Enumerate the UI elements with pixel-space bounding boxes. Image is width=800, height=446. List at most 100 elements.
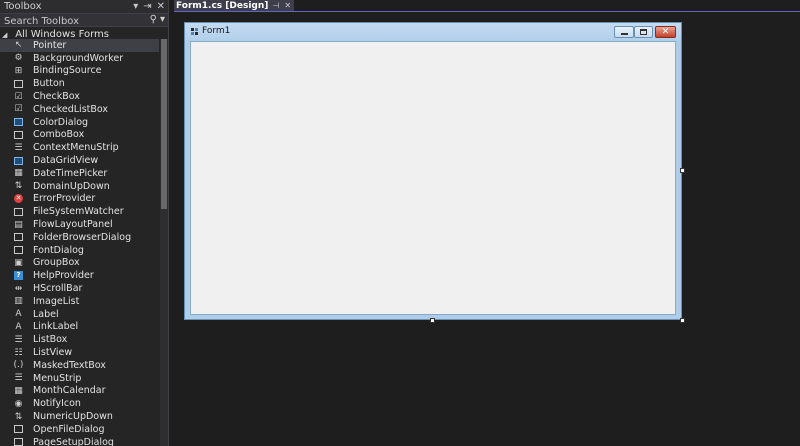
toolbox-item-maskedtextbox[interactable]: (.) MaskedTextBox xyxy=(0,359,159,372)
imagelist-icon: ▥ xyxy=(14,296,23,307)
dropdown-icon[interactable]: ▾ xyxy=(133,0,138,13)
close-button[interactable]: ✕ xyxy=(655,26,676,38)
checkbox-icon: ☑ xyxy=(14,91,23,102)
toolbox-item-label: ListView xyxy=(33,347,73,359)
close-icon[interactable]: ✕ xyxy=(157,0,165,13)
toolbox-item-pointer[interactable]: ↖ Pointer xyxy=(0,39,159,52)
toolbox-item-numericupdown[interactable]: ⇅ NumericUpDown xyxy=(0,410,159,423)
toolbox-item-checkedlistbox[interactable]: ☑ CheckedListBox xyxy=(0,103,159,116)
toolbox-item-label: ImageList xyxy=(33,295,80,307)
toolbox-item-checkbox[interactable]: ☑ CheckBox xyxy=(0,90,159,103)
toolbox-item-label: FlowLayoutPanel xyxy=(33,219,113,231)
minimize-button[interactable] xyxy=(614,26,634,38)
toolbox-item-label: MonthCalendar xyxy=(33,385,106,397)
toolbox-item-backgroundworker[interactable]: ⚙ BackgroundWorker xyxy=(0,52,159,65)
search-options-icon[interactable]: ▾ xyxy=(160,14,165,25)
button-icon xyxy=(13,78,24,89)
listbox-icon: ☰ xyxy=(14,334,23,345)
scrollbar-thumb[interactable] xyxy=(161,39,167,209)
toolbox-item-colordialog[interactable]: ColorDialog xyxy=(0,116,159,129)
context-menu-strip-icon: ☰ xyxy=(14,142,23,153)
toolbox-item-filesystemwatcher[interactable]: FileSystemWatcher xyxy=(0,205,159,218)
toolbox-item-label: ContextMenuStrip xyxy=(33,142,119,154)
resize-handle-corner[interactable] xyxy=(680,318,685,323)
filesystem-watcher-icon xyxy=(13,206,24,217)
toolbox-item-list: ↖ Pointer ⚙ BackgroundWorker ⊞ BindingSource B… xyxy=(0,39,159,446)
designer-surface[interactable]: Form1 ✕ xyxy=(174,13,800,446)
toolbox-item-listview[interactable]: ☷ ListView xyxy=(0,346,159,359)
toolbox-item-label: MaskedTextBox xyxy=(33,359,106,371)
toolbox-item-label: Label xyxy=(33,308,59,320)
toolbox-item-listbox[interactable]: ☰ ListBox xyxy=(0,333,159,346)
background-worker-icon: ⚙ xyxy=(14,53,23,64)
tab-form1-design[interactable]: Form1.cs [Design] ⊣ ✕ xyxy=(174,0,295,11)
form-client-area[interactable] xyxy=(190,41,676,315)
month-calendar-icon: ▦ xyxy=(14,385,23,396)
toolbox-scrollbar[interactable] xyxy=(160,39,168,446)
pointer-icon: ↖ xyxy=(14,40,23,51)
toolbox-item-combobox[interactable]: ComboBox xyxy=(0,129,159,142)
toolbox-item-imagelist[interactable]: ▥ ImageList xyxy=(0,295,159,308)
auto-hide-pin-icon[interactable]: ⇥ xyxy=(143,0,151,13)
toolbox-item-openfiledialog[interactable]: OpenFileDialog xyxy=(0,423,159,436)
toolbox-item-pagesetupdialog[interactable]: PageSetupDialog xyxy=(0,436,159,446)
toolbox-item-label: GroupBox xyxy=(33,257,80,269)
form-app-icon xyxy=(191,28,199,35)
open-file-dialog-icon xyxy=(13,424,24,435)
toolbox-item-errorprovider[interactable]: ✕ ErrorProvider xyxy=(0,193,159,206)
toolbox-item-bindingsource[interactable]: ⊞ BindingSource xyxy=(0,65,159,78)
document-tab-strip: Form1.cs [Design] ⊣ ✕ xyxy=(174,0,800,12)
toolbox-item-label: ListBox xyxy=(33,334,68,346)
resize-handle-bottom[interactable] xyxy=(430,318,435,323)
search-icon[interactable]: ⚲ xyxy=(150,14,157,25)
checked-listbox-icon: ☑ xyxy=(14,104,23,115)
hscrollbar-icon: ⇹ xyxy=(14,283,23,294)
toolbox-item-contextmenustrip[interactable]: ☰ ContextMenuStrip xyxy=(0,141,159,154)
form-title-bar[interactable]: Form1 ✕ xyxy=(185,23,681,40)
toolbox-item-label: OpenFileDialog xyxy=(33,423,105,435)
maximize-icon xyxy=(640,29,647,35)
combobox-icon xyxy=(13,129,24,140)
toolbox-title: Toolbox xyxy=(4,1,42,12)
toolbox-item-label: ComboBox xyxy=(33,129,85,141)
toolbox-item-datetimepicker[interactable]: ▦ DateTimePicker xyxy=(0,167,159,180)
toolbox-search-box: ⚲ ▾ xyxy=(0,13,168,28)
resize-handle-right[interactable] xyxy=(680,168,685,173)
toolbox-item-label: HScrollBar xyxy=(33,283,83,295)
toolbox-item-domainupdown[interactable]: ⇅ DomainUpDown xyxy=(0,180,159,193)
datetimepicker-icon: ▦ xyxy=(14,168,23,179)
numeric-updown-icon: ⇅ xyxy=(14,411,23,422)
toolbox-item-label: FontDialog xyxy=(33,244,84,256)
form-window[interactable]: Form1 ✕ xyxy=(184,22,682,320)
toolbox-item-folderbrowserdialog[interactable]: FolderBrowserDialog xyxy=(0,231,159,244)
toolbox-item-hscrollbar[interactable]: ⇹ HScrollBar xyxy=(0,282,159,295)
toolbox-item-helpprovider[interactable]: ? HelpProvider xyxy=(0,269,159,282)
close-tab-icon[interactable]: ✕ xyxy=(284,1,291,10)
toolbox-item-menustrip[interactable]: ☰ MenuStrip xyxy=(0,372,159,385)
close-icon: ✕ xyxy=(661,26,670,37)
toolbox-search-input[interactable] xyxy=(0,15,140,28)
maximize-button[interactable] xyxy=(634,26,653,38)
domain-updown-icon: ⇅ xyxy=(14,181,23,192)
toolbox-item-label: FileSystemWatcher xyxy=(33,206,124,218)
toolbox-item-label: NotifyIcon xyxy=(33,398,81,410)
toolbox-item-label: Button xyxy=(33,78,65,90)
toolbox-item-notifyicon[interactable]: ◉ NotifyIcon xyxy=(0,397,159,410)
toolbox-item-linklabel[interactable]: A LinkLabel xyxy=(0,321,159,334)
toolbox-item-datagridview[interactable]: DataGridView xyxy=(0,154,159,167)
toolbox-item-button[interactable]: Button xyxy=(0,77,159,90)
linklabel-icon: A xyxy=(15,321,22,332)
toolbox-item-groupbox[interactable]: ▣ GroupBox xyxy=(0,257,159,270)
toolbox-item-label[interactable]: A Label xyxy=(0,308,159,321)
toolbox-title-bar: Toolbox ▾ ⇥ ✕ xyxy=(0,0,168,13)
pin-tab-icon[interactable]: ⊣ xyxy=(272,1,279,10)
toolbox-item-label: HelpProvider xyxy=(33,270,94,282)
toolbox-item-label: ErrorProvider xyxy=(33,193,96,205)
toolbox-item-flowlayoutpanel[interactable]: ▤ FlowLayoutPanel xyxy=(0,218,159,231)
help-provider-icon: ? xyxy=(13,270,24,281)
toolbox-item-monthcalendar[interactable]: ▦ MonthCalendar xyxy=(0,385,159,398)
toolbox-item-label: BindingSource xyxy=(33,65,102,77)
datagridview-icon xyxy=(13,155,24,166)
toolbox-item-label: CheckBox xyxy=(33,91,80,103)
toolbox-item-fontdialog[interactable]: FontDialog xyxy=(0,244,159,257)
